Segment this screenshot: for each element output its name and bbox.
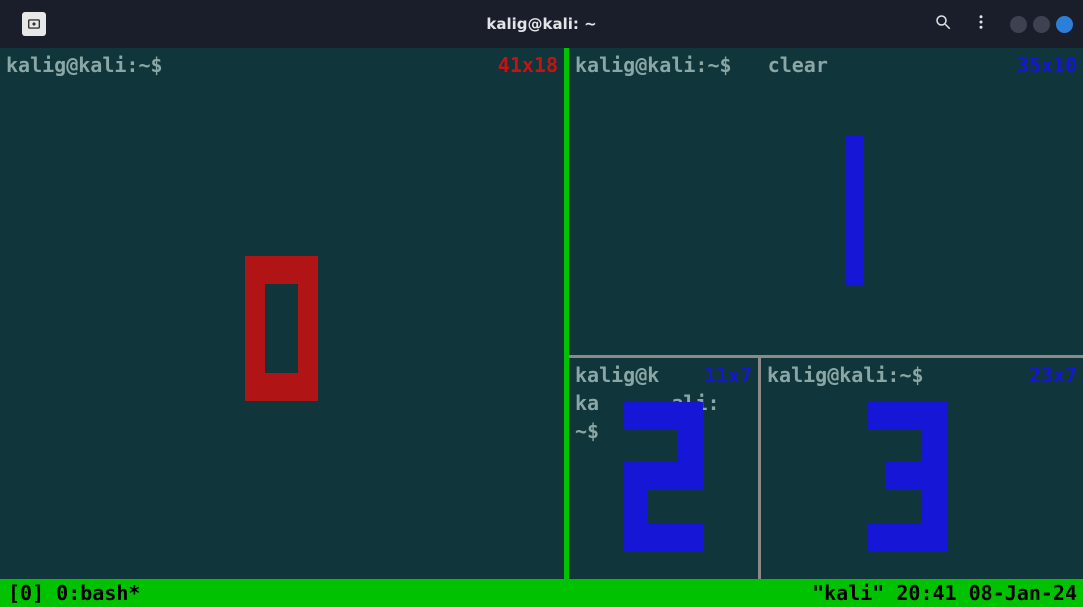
pane-dimensions: 11x7 (704, 361, 752, 389)
new-tab-button[interactable] (22, 12, 46, 36)
pane-number-glyph (839, 136, 869, 293)
tmux-pane-0[interactable]: kalig@kali:~$ 41x18 (0, 48, 564, 579)
menu-button[interactable] (972, 13, 990, 35)
prompt: kalig@kali:~$ (767, 363, 924, 387)
window-controls (1010, 16, 1073, 33)
maximize-button[interactable] (1033, 16, 1050, 33)
tmux-pane-2[interactable]: kalig@k ka ali: ~$ 11x7 (569, 358, 758, 579)
kebab-menu-icon (972, 13, 990, 31)
command-text: clear (768, 53, 828, 77)
pane-number-glyph (623, 402, 703, 559)
search-button[interactable] (934, 13, 952, 35)
tmux-status-bar: [0] 0:bash* "kali" 20:41 08-Jan-24 (0, 579, 1083, 607)
status-right: "kali" 20:41 08-Jan-24 (812, 581, 1077, 605)
close-button[interactable] (1056, 16, 1073, 33)
pane-dimensions: 35x10 (1017, 51, 1077, 79)
prompt: kalig@kali:~$ (575, 53, 732, 77)
tmux-pane-1[interactable]: kalig@kali:~$ clear 35x10 (569, 48, 1083, 355)
window-title: kalig@kali: ~ (486, 15, 596, 33)
titlebar: kalig@kali: ~ (0, 0, 1083, 48)
pane-dimensions: 41x18 (498, 51, 558, 79)
pane-number-glyph (867, 402, 947, 559)
new-tab-icon (27, 17, 41, 31)
tmux-pane-3[interactable]: kalig@kali:~$ 23x7 (761, 358, 1083, 579)
pane-number-glyph (245, 256, 318, 408)
pane-dimensions: 23x7 (1029, 361, 1077, 389)
minimize-button[interactable] (1010, 16, 1027, 33)
terminal-body[interactable]: kalig@kali:~$ 41x18 kalig@kali:~$ clear … (0, 48, 1083, 579)
status-left: [0] 0:bash* (8, 581, 140, 605)
prompt: kalig@kali:~$ (6, 53, 163, 77)
search-icon (934, 13, 952, 31)
